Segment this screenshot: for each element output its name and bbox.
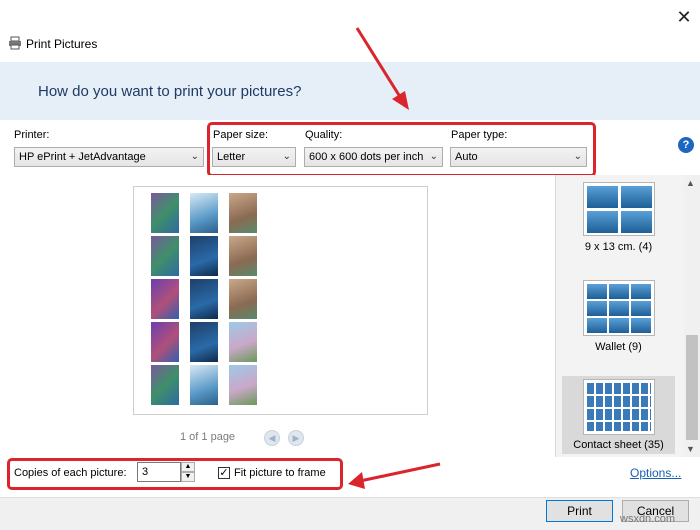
annotation-arrows: [348, 27, 441, 489]
annotation-arrow-top: [355, 27, 409, 110]
annotation-arrow-bottom: [348, 462, 441, 489]
